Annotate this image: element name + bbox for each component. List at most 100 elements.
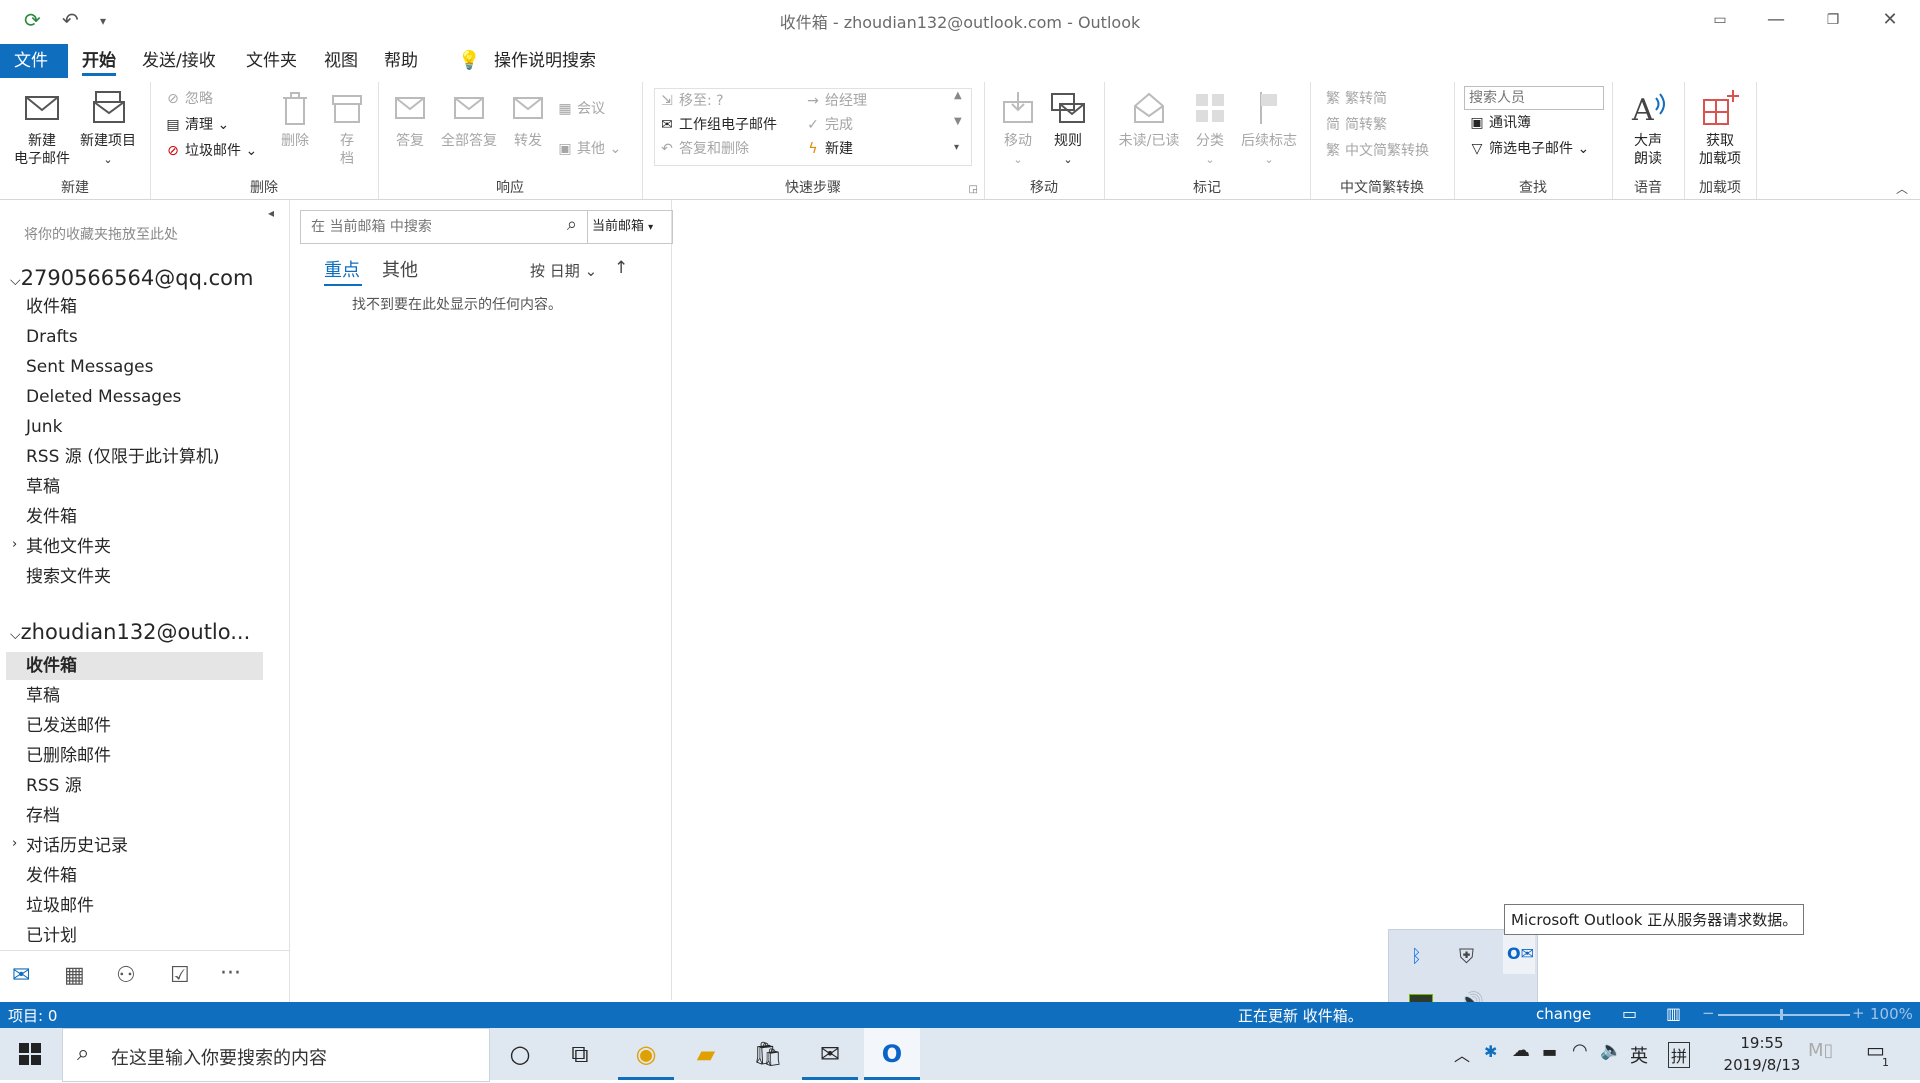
zoom-level[interactable]: 100%: [1870, 1005, 1913, 1023]
meeting-button[interactable]: ▦ 会议: [556, 98, 605, 120]
quickstep-reply-delete[interactable]: ↶ 答复和删除: [658, 138, 749, 160]
folder-item[interactable]: RSS 源 (仅限于此计算机): [26, 443, 219, 471]
search-input[interactable]: [301, 211, 553, 243]
collapse-pane-icon[interactable]: ◂: [268, 206, 274, 220]
tray-m-icon[interactable]: M▯: [1808, 1040, 1833, 1061]
tasks-icon[interactable]: ☑: [170, 963, 190, 988]
reply-button[interactable]: 答复: [388, 88, 432, 150]
search-scope-dropdown[interactable]: 当前邮箱 ▾: [586, 210, 673, 244]
store-icon[interactable]: 🛍: [740, 1028, 796, 1080]
archive-button[interactable]: 存 档: [322, 88, 372, 168]
account-outlook[interactable]: ⌵zhoudian132@outlo...: [10, 620, 250, 644]
file-explorer-icon[interactable]: ▰: [678, 1028, 734, 1080]
folder-item[interactable]: Junk: [26, 413, 62, 441]
quickstep-to-manager[interactable]: → 给经理: [804, 90, 867, 112]
junk-button[interactable]: ⊘ 垃圾邮件 ⌄: [164, 140, 257, 162]
search-people-input[interactable]: [1464, 86, 1604, 110]
minimize-button[interactable]: —: [1756, 6, 1796, 34]
read-aloud-button[interactable]: A 大声 朗读: [1622, 88, 1674, 168]
sort-by-date-button[interactable]: 按 日期 ⌄: [530, 260, 597, 281]
quickstep-done[interactable]: ✓ 完成: [804, 114, 853, 136]
folder-item-selected[interactable]: 收件箱: [26, 652, 77, 680]
folder-item[interactable]: Deleted Messages: [26, 383, 181, 411]
quickstep-team-email[interactable]: ✉ 工作组电子邮件: [658, 114, 777, 136]
folder-item[interactable]: 存档: [26, 802, 60, 830]
tab-view[interactable]: 视图: [310, 44, 372, 78]
forward-button[interactable]: 转发: [506, 88, 550, 150]
volume-icon[interactable]: 🔈: [1600, 1040, 1622, 1061]
unread-read-button[interactable]: 未读/已读: [1114, 88, 1184, 150]
gallery-down-icon[interactable]: ▼: [954, 116, 962, 127]
move-button[interactable]: 移动 ⌄: [996, 88, 1040, 169]
folder-item[interactable]: 发件箱: [26, 503, 77, 531]
folder-item[interactable]: RSS 源: [26, 772, 82, 800]
ime-mode[interactable]: 拼: [1668, 1042, 1691, 1068]
gallery-up-icon[interactable]: ▲: [954, 90, 962, 101]
cortana-icon[interactable]: ○: [492, 1028, 548, 1080]
rules-button[interactable]: 规则 ⌄: [1046, 88, 1090, 169]
chevron-right-icon[interactable]: ›: [12, 836, 17, 851]
folder-item[interactable]: 发件箱: [26, 862, 77, 890]
tell-me-search[interactable]: 操作说明搜索: [480, 44, 610, 78]
tab-folder[interactable]: 文件夹: [232, 44, 311, 78]
folder-item[interactable]: 对话历史记录: [26, 832, 128, 860]
folder-item[interactable]: 垃圾邮件: [26, 892, 94, 920]
get-addins-button[interactable]: 获取 加载项: [1692, 88, 1748, 168]
collapse-ribbon-icon[interactable]: ︿: [1896, 180, 1908, 197]
tab-home[interactable]: 开始: [68, 44, 130, 78]
ime-language[interactable]: 英: [1630, 1042, 1648, 1068]
more-icon[interactable]: ···: [220, 961, 241, 986]
folder-item[interactable]: 草稿: [26, 682, 60, 710]
clock-time[interactable]: 19:55: [1726, 1034, 1798, 1052]
outlook-tray-icon[interactable]: O✉: [1507, 944, 1534, 963]
filter-email-button[interactable]: ▽ 筛选电子邮件 ⌄: [1468, 138, 1590, 160]
folder-item[interactable]: 其他文件夹: [26, 533, 111, 561]
folder-item[interactable]: 已删除邮件: [26, 742, 111, 770]
address-book-button[interactable]: ▣ 通讯簿: [1468, 112, 1531, 134]
tray-app-icon[interactable]: ✱: [1484, 1042, 1497, 1061]
outlook-taskbar-icon[interactable]: O: [864, 1028, 920, 1080]
ignore-button[interactable]: ⊘ 忽略: [164, 88, 213, 110]
tab-other[interactable]: 其他: [382, 256, 418, 282]
windows-start-icon[interactable]: [2, 1028, 58, 1080]
zoom-slider[interactable]: [1718, 1014, 1850, 1016]
task-view-icon[interactable]: ⧉: [552, 1028, 608, 1080]
tab-file[interactable]: 文件: [0, 44, 68, 78]
folder-item[interactable]: 收件箱: [26, 293, 77, 321]
categorize-button[interactable]: 分类 ⌄: [1188, 88, 1232, 169]
trad-to-simp-button[interactable]: 繁繁转简: [1324, 88, 1387, 110]
folder-item[interactable]: 已计划: [26, 922, 77, 950]
chevron-right-icon[interactable]: ›: [12, 537, 17, 552]
more-respond-button[interactable]: ▣ 其他 ⌄: [556, 138, 621, 160]
mail-app-icon[interactable]: ✉: [802, 1028, 858, 1080]
zoom-out-icon[interactable]: −: [1702, 1004, 1715, 1022]
security-shield-icon[interactable]: ⛨: [1459, 944, 1474, 968]
bluetooth-icon[interactable]: ᛒ: [1411, 946, 1422, 967]
folder-item[interactable]: Drafts: [26, 323, 78, 351]
close-button[interactable]: ✕: [1870, 6, 1910, 34]
sort-direction-icon[interactable]: ↑: [614, 258, 628, 278]
battery-icon[interactable]: ▬: [1542, 1042, 1557, 1061]
folder-item[interactable]: Sent Messages: [26, 353, 153, 381]
reading-view-icon[interactable]: ▥: [1666, 1004, 1681, 1023]
delete-button[interactable]: 删除: [270, 88, 320, 150]
chinese-convert-button[interactable]: 繁中文简繁转换: [1324, 140, 1429, 162]
quickstep-move-to[interactable]: ⇲ 移至: ?: [658, 90, 723, 112]
new-items-button[interactable]: 新建项目 ⌄: [74, 88, 142, 169]
follow-up-button[interactable]: 后续标志 ⌄: [1234, 88, 1304, 169]
gallery-expand-icon[interactable]: ▾: [954, 142, 959, 153]
show-hidden-icons[interactable]: ︿: [1454, 1042, 1470, 1066]
quickstep-create-new[interactable]: ϟ 新建: [804, 138, 853, 160]
folder-item[interactable]: 草稿: [26, 473, 60, 501]
clean-up-button[interactable]: ▤ 清理 ⌄: [164, 114, 229, 136]
reply-all-button[interactable]: 全部答复: [436, 88, 502, 150]
zoom-slider-thumb[interactable]: [1780, 1009, 1783, 1020]
folder-item[interactable]: 已发送邮件: [26, 712, 111, 740]
people-icon[interactable]: ⚇: [116, 963, 136, 988]
tab-focused[interactable]: 重点: [324, 256, 360, 282]
zoom-in-icon[interactable]: +: [1852, 1004, 1865, 1022]
clock-date[interactable]: 2019/8/13: [1704, 1056, 1820, 1074]
normal-view-icon[interactable]: ▭: [1622, 1004, 1637, 1023]
simp-to-trad-button[interactable]: 简简转繁: [1324, 114, 1387, 136]
tab-send-receive[interactable]: 发送/接收: [128, 44, 230, 78]
